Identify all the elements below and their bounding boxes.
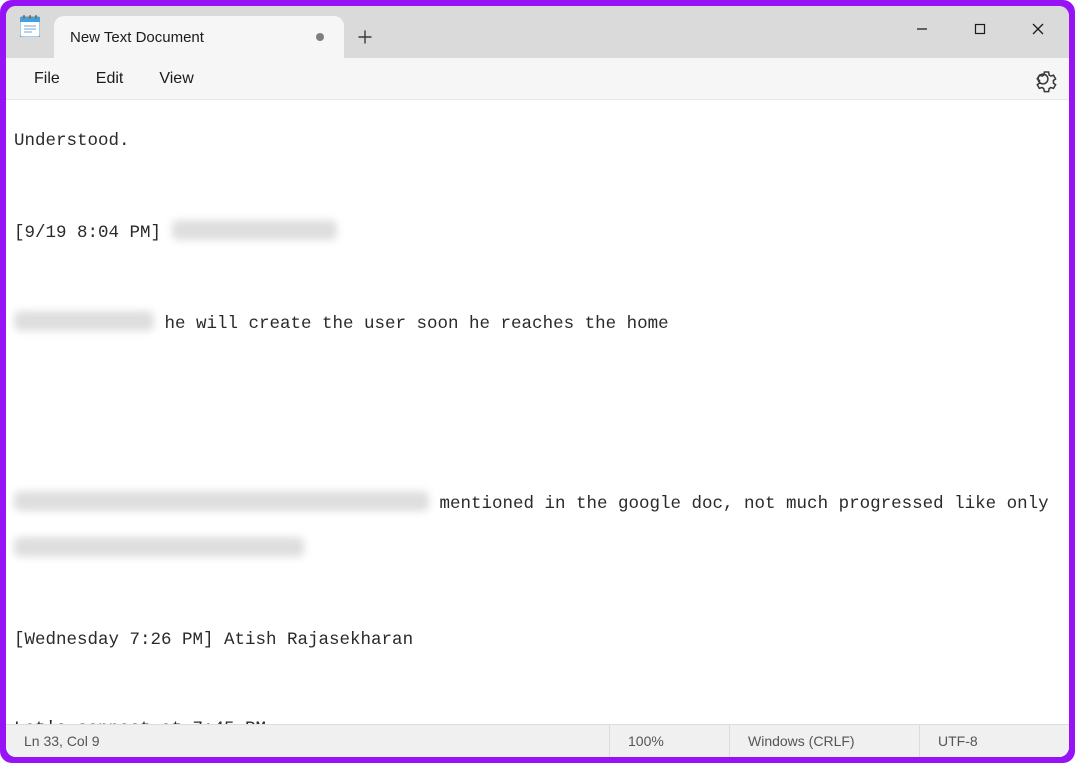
maximize-button[interactable] (951, 6, 1009, 52)
unsaved-indicator-icon (316, 33, 324, 41)
status-zoom[interactable]: 100% (609, 725, 729, 757)
redacted-text (14, 491, 429, 511)
titlebar: New Text Document (6, 6, 1069, 58)
editor-content: Understood. [9/19 8:04 PM] he will creat… (14, 108, 1061, 724)
document-tab-title: New Text Document (70, 29, 296, 46)
redacted-text (172, 220, 337, 240)
text-line: Let's connect at 7:45 PM. (14, 718, 1061, 724)
statusbar: Ln 33, Col 9 100% Windows (CRLF) UTF-8 (6, 724, 1069, 757)
text-editor[interactable]: Understood. [9/19 8:04 PM] he will creat… (6, 100, 1069, 724)
close-button[interactable] (1009, 6, 1067, 52)
menu-file[interactable]: File (16, 64, 78, 94)
text-line: [9/19 8:04 PM] (14, 223, 172, 243)
gear-icon (1029, 65, 1057, 93)
text-line: Understood. (14, 130, 1061, 152)
menu-edit[interactable]: Edit (78, 64, 142, 94)
notepad-icon (20, 15, 40, 37)
redacted-text (14, 311, 154, 331)
settings-button[interactable] (1029, 65, 1057, 93)
window-controls (893, 6, 1067, 52)
menubar: File Edit View (6, 58, 1069, 100)
document-tab[interactable]: New Text Document (54, 16, 344, 58)
status-cursor-position: Ln 33, Col 9 (6, 725, 118, 757)
status-encoding: UTF-8 (919, 725, 1069, 757)
text-line: [Wednesday 7:26 PM] Atish Rajasekharan (14, 629, 1061, 651)
status-line-ending: Windows (CRLF) (729, 725, 919, 757)
menu-view[interactable]: View (141, 64, 211, 94)
notepad-window: New Text Document File Edit (6, 6, 1069, 757)
text-line: mentioned in the google doc, not much pr… (429, 494, 1059, 514)
text-line: he will create the user soon he reaches … (154, 314, 669, 334)
redacted-text (14, 537, 304, 557)
new-tab-button[interactable] (344, 16, 386, 58)
minimize-button[interactable] (893, 6, 951, 52)
